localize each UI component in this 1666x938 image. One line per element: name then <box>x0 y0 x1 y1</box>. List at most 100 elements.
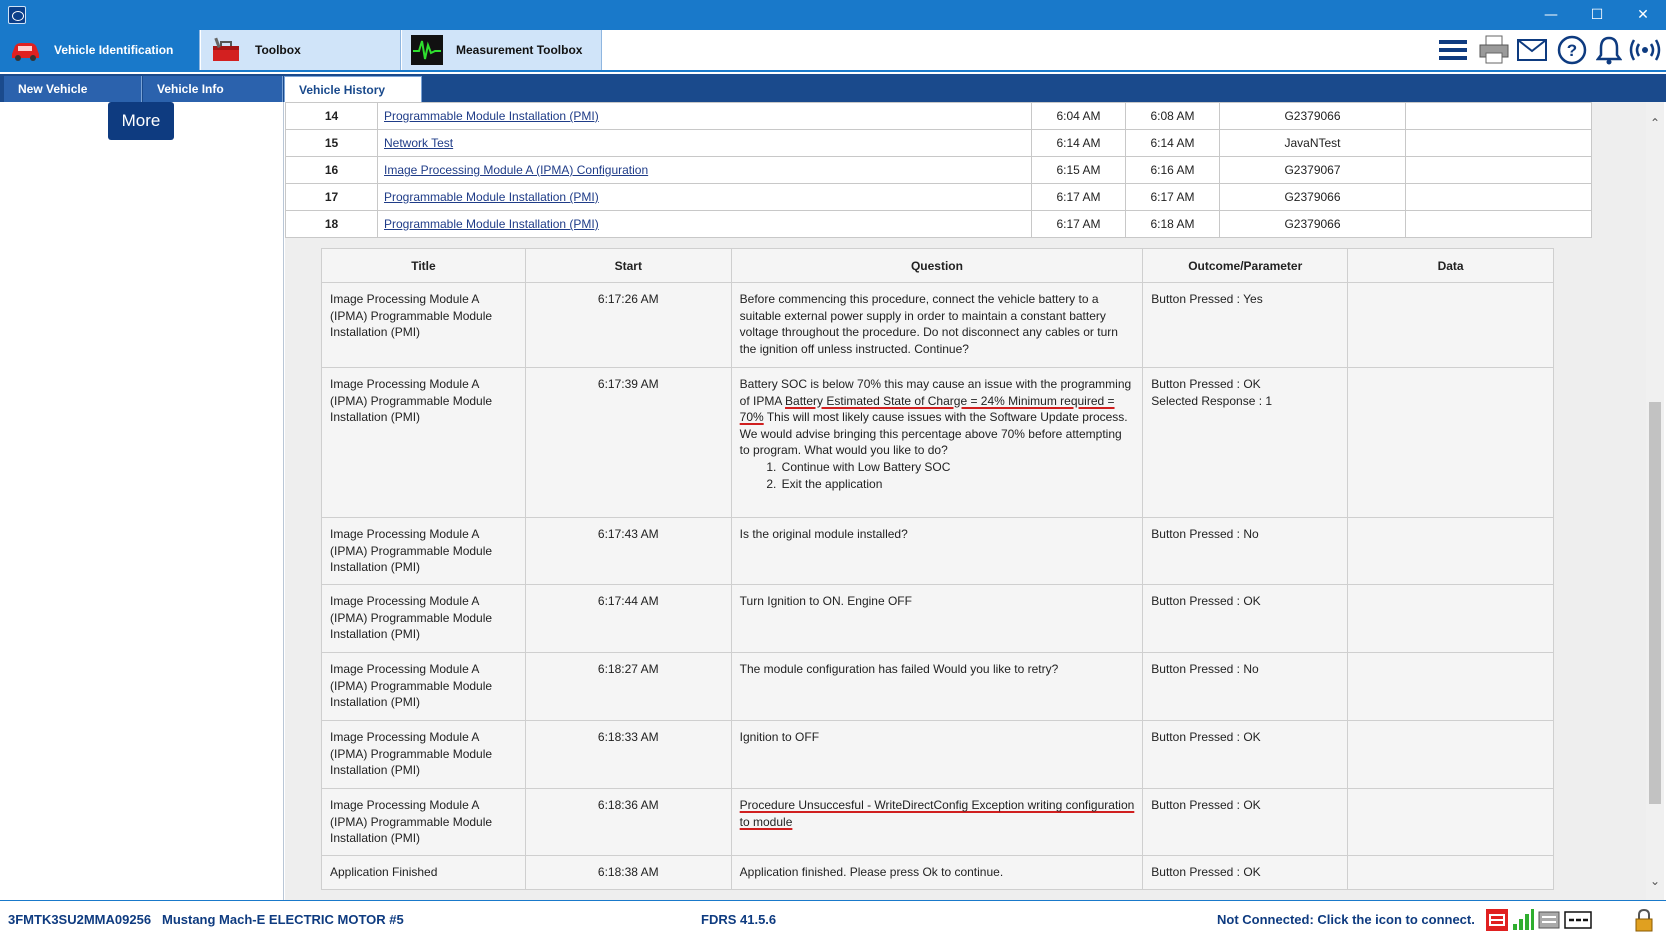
vci-disconnected-icon[interactable] <box>1486 909 1508 931</box>
session-link[interactable]: Image Processing Module A (IPMA) Configu… <box>384 163 648 177</box>
start-time: 6:17 AM <box>1031 183 1126 211</box>
step-data <box>1347 517 1554 585</box>
step-start: 6:18:33 AM <box>524 720 732 789</box>
tab-label: Measurement Toolbox <box>456 43 583 57</box>
bell-icon[interactable] <box>1592 34 1626 66</box>
tab-label: Vehicle Identification <box>54 43 174 57</box>
tab-toolbox[interactable]: Toolbox <box>201 30 401 70</box>
menu-icon[interactable] <box>1436 34 1470 66</box>
table-row: 18 Programmable Module Installation (PMI… <box>285 210 1592 238</box>
highlighted-error-text: Procedure Unsuccesful - WriteDirectConfi… <box>739 798 1135 829</box>
step-outcome: Button Pressed : OK <box>1142 584 1349 653</box>
vci-status-icon[interactable] <box>1564 909 1592 931</box>
connection-status[interactable]: Not Connected: Click the icon to connect… <box>1217 912 1475 927</box>
more-button[interactable]: More <box>108 102 174 140</box>
help-icon[interactable]: ? <box>1555 34 1589 66</box>
title-bar: — ☐ ✕ <box>0 0 1666 30</box>
maximize-button[interactable]: ☐ <box>1574 0 1620 30</box>
step-title: Application Finished <box>321 855 526 890</box>
signal-strength-icon[interactable] <box>1512 909 1534 931</box>
svg-text:?: ? <box>1567 41 1577 60</box>
close-button[interactable]: ✕ <box>1620 0 1666 30</box>
step-start: 6:17:39 AM <box>524 367 732 518</box>
table-row: 17 Programmable Module Installation (PMI… <box>285 183 1592 211</box>
step-title: Image Processing Module A (IPMA) Program… <box>321 788 526 856</box>
column-header-start: Start <box>524 248 732 283</box>
application-id: G2379067 <box>1219 156 1406 184</box>
session-link[interactable]: Programmable Module Installation (PMI) <box>384 109 599 123</box>
step-question: The module configuration has failed Woul… <box>730 652 1144 721</box>
subtab-vehicle-info[interactable]: Vehicle Info <box>143 76 283 102</box>
tab-measurement-toolbox[interactable]: Measurement Toolbox <box>402 30 602 70</box>
start-time: 6:04 AM <box>1031 102 1126 130</box>
step-title: Image Processing Module A (IPMA) Program… <box>321 282 526 368</box>
subtab-new-vehicle[interactable]: New Vehicle <box>4 76 142 102</box>
step-question: Battery SOC is below 70% this may cause … <box>730 367 1144 518</box>
end-time: 6:17 AM <box>1125 183 1220 211</box>
end-time: 6:14 AM <box>1125 129 1220 157</box>
scroll-down-icon[interactable]: ⌄ <box>1646 872 1664 890</box>
session-link[interactable]: Network Test <box>384 136 453 150</box>
list-item: Continue with Low Battery SOC <box>780 459 1135 476</box>
version-label: FDRS 41.5.6 <box>701 912 777 927</box>
procedure-steps-table: Title Start Question Outcome/Parameter D… <box>321 248 1554 890</box>
status-bar: 3FMTK3SU2MMA09256 Mustang Mach-E ELECTRI… <box>0 900 1666 938</box>
toolbox-icon <box>209 35 243 65</box>
minimize-button[interactable]: — <box>1528 0 1574 30</box>
step-start: 6:18:38 AM <box>524 855 732 890</box>
end-time: 6:16 AM <box>1125 156 1220 184</box>
printer-icon[interactable] <box>1477 34 1511 66</box>
table-row: Image Processing Module A (IPMA) Program… <box>321 282 1554 368</box>
vehicle-history-content: 14 Programmable Module Installation (PMI… <box>285 102 1646 900</box>
step-question: Procedure Unsuccesful - WriteDirectConfi… <box>730 788 1144 856</box>
question-text: This will most likely cause issues with … <box>739 410 1128 458</box>
application-id: G2379066 <box>1219 102 1406 130</box>
session-link[interactable]: Programmable Module Installation (PMI) <box>384 217 599 231</box>
step-start: 6:17:26 AM <box>524 282 732 368</box>
application-id: G2379066 <box>1219 183 1406 211</box>
start-time: 6:14 AM <box>1031 129 1126 157</box>
step-outcome: Button Pressed : No <box>1142 652 1349 721</box>
outcome-line: Selected Response : 1 <box>1151 393 1273 408</box>
table-row: 16 Image Processing Module A (IPMA) Conf… <box>285 156 1592 184</box>
scroll-thumb[interactable] <box>1649 402 1661 804</box>
step-question: Ignition to OFF <box>730 720 1144 789</box>
table-row: Image Processing Module A (IPMA) Program… <box>321 720 1554 789</box>
session-link[interactable]: Programmable Module Installation (PMI) <box>384 190 599 204</box>
network-icon[interactable] <box>1538 909 1560 931</box>
vehicle-label: Mustang Mach-E ELECTRIC MOTOR #5 <box>162 912 404 927</box>
session-history-table: 14 Programmable Module Installation (PMI… <box>285 102 1592 238</box>
tab-vehicle-identification[interactable]: Vehicle Identification <box>0 30 200 70</box>
step-title: Image Processing Module A (IPMA) Program… <box>321 584 526 653</box>
step-title: Image Processing Module A (IPMA) Program… <box>321 367 526 518</box>
step-start: 6:18:27 AM <box>524 652 732 721</box>
vertical-scrollbar[interactable]: ⌃ ⌄ <box>1646 102 1664 900</box>
table-row: Application Finished 6:18:38 AM Applicat… <box>321 855 1554 890</box>
row-number: 17 <box>285 183 378 211</box>
row-number: 16 <box>285 156 378 184</box>
step-start: 6:17:43 AM <box>524 517 732 585</box>
mail-icon[interactable] <box>1515 34 1549 66</box>
left-panel: More <box>2 102 284 900</box>
step-data <box>1347 652 1554 721</box>
column-header-outcome: Outcome/Parameter <box>1142 248 1349 283</box>
start-time: 6:17 AM <box>1031 210 1126 238</box>
step-outcome: Button Pressed : OK <box>1142 788 1349 856</box>
wireless-icon[interactable] <box>1628 34 1662 66</box>
step-question: Is the original module installed? <box>730 517 1144 585</box>
vin-label: 3FMTK3SU2MMA09256 <box>8 912 152 927</box>
table-row: 15 Network Test 6:14 AM 6:14 AM JavaNTes… <box>285 129 1592 157</box>
start-time: 6:15 AM <box>1031 156 1126 184</box>
table-header-row: Title Start Question Outcome/Parameter D… <box>321 248 1554 283</box>
lock-icon[interactable] <box>1633 908 1655 932</box>
step-start: 6:17:44 AM <box>524 584 732 653</box>
column-header-question: Question <box>730 248 1144 283</box>
scroll-up-icon[interactable]: ⌃ <box>1646 114 1664 132</box>
column-header-title: Title <box>321 248 526 283</box>
subtab-vehicle-history[interactable]: Vehicle History <box>284 76 422 102</box>
table-row: Image Processing Module A (IPMA) Program… <box>321 367 1554 518</box>
app-logo-icon <box>8 6 26 24</box>
step-title: Image Processing Module A (IPMA) Program… <box>321 652 526 721</box>
main-toolbar: Vehicle Identification Toolbox Measureme… <box>0 30 1666 72</box>
end-time: 6:18 AM <box>1125 210 1220 238</box>
